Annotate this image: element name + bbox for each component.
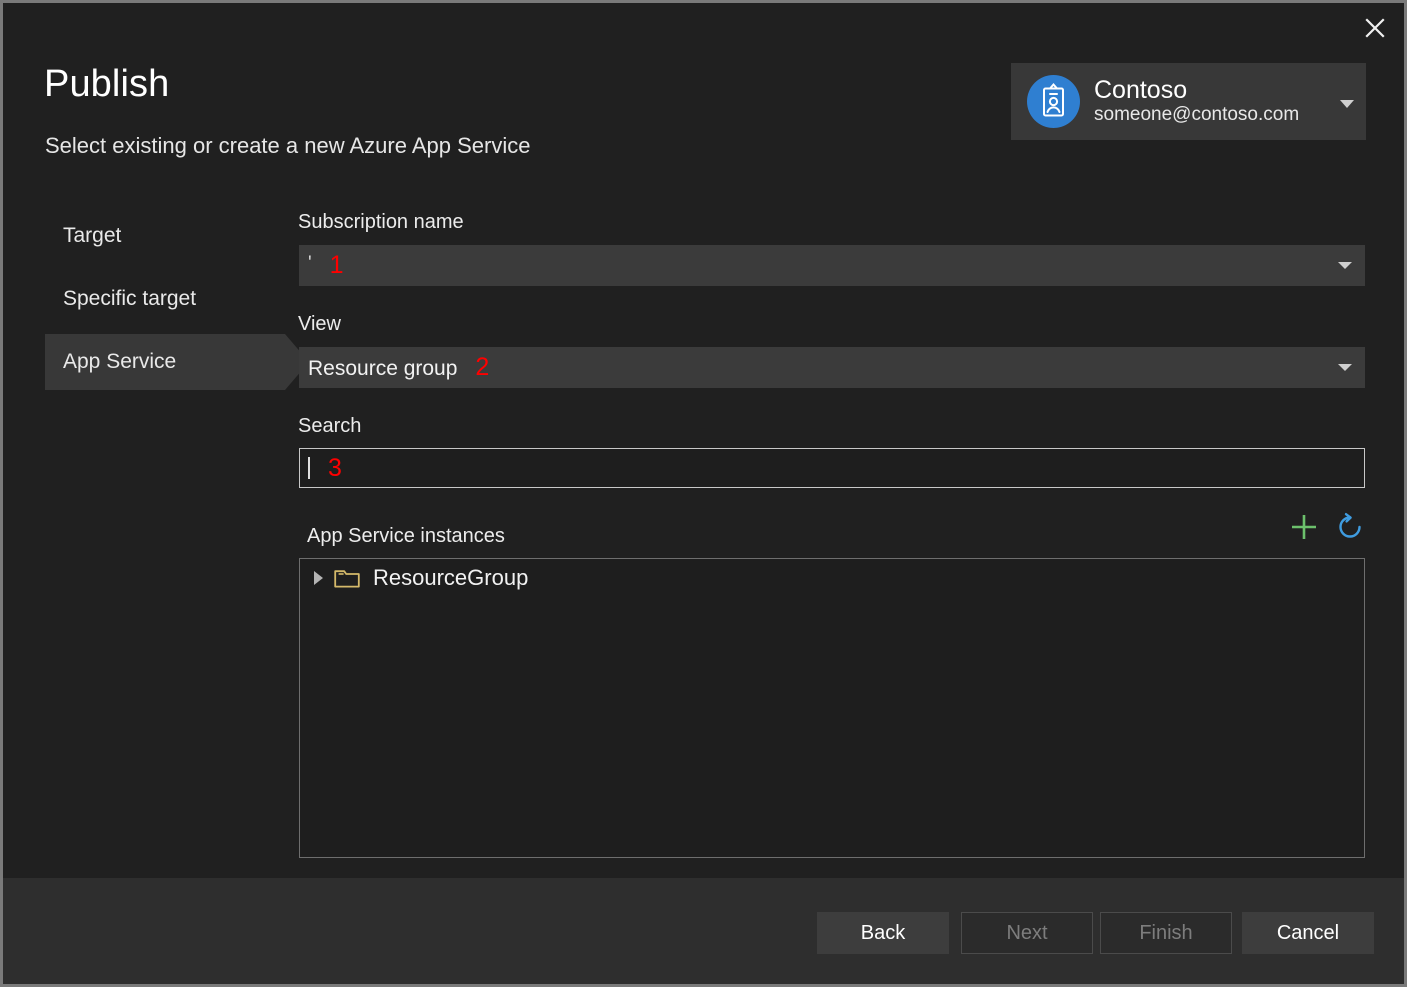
page-title: Publish <box>44 65 169 103</box>
chevron-right-icon[interactable] <box>314 571 323 585</box>
sidebar-spacer <box>45 327 285 334</box>
close-button[interactable] <box>1352 7 1398 49</box>
subscription-name-value: '1 <box>299 251 1338 280</box>
subscription-name-label: Subscription name <box>298 212 464 232</box>
search-label: Search <box>298 416 361 436</box>
view-value: Resource group 2 <box>299 353 1338 382</box>
id-badge-icon <box>1027 75 1080 128</box>
account-selector[interactable]: Contoso someone@contoso.com <box>1011 63 1366 140</box>
sidebar-item-label: Target <box>63 224 121 248</box>
app-service-instances-label: App Service instances <box>307 526 505 546</box>
back-button[interactable]: Back <box>817 912 949 954</box>
account-text: Contoso someone@contoso.com <box>1094 76 1340 128</box>
sidebar-spacer <box>45 264 285 271</box>
list-item[interactable]: ResourceGroup <box>300 559 1364 597</box>
account-email: someone@contoso.com <box>1094 104 1340 127</box>
title-bar <box>3 3 1404 65</box>
chevron-down-icon <box>1340 96 1354 114</box>
sidebar-item-label: App Service <box>63 350 176 374</box>
dropdown-caret-icon <box>1338 262 1352 269</box>
close-icon <box>1364 17 1386 39</box>
sidebar-item-target[interactable]: Target <box>45 208 285 264</box>
plus-icon[interactable] <box>1289 512 1319 542</box>
annotation-2: 2 <box>475 353 489 381</box>
list-item-label: ResourceGroup <box>373 565 528 591</box>
annotation-1: 1 <box>330 251 344 279</box>
cancel-button[interactable]: Cancel <box>1242 912 1374 954</box>
dropdown-caret-icon <box>1338 364 1352 371</box>
annotation-3: 3 <box>328 454 342 483</box>
app-service-instances-list[interactable]: ResourceGroup <box>299 558 1365 858</box>
view-label: View <box>298 314 341 334</box>
view-dropdown[interactable]: Resource group 2 <box>299 347 1365 388</box>
text-cursor <box>308 457 310 479</box>
dialog-footer: Back Next Finish Cancel <box>3 878 1404 984</box>
finish-button: Finish <box>1100 912 1232 954</box>
sidebar-item-label: Specific target <box>63 287 196 311</box>
sidebar-item-app-service[interactable]: App Service <box>45 334 285 390</box>
next-button: Next <box>961 912 1093 954</box>
subscription-name-dropdown[interactable]: '1 <box>299 245 1365 286</box>
page-subtitle: Select existing or create a new Azure Ap… <box>45 133 530 159</box>
wizard-sidebar: Target Specific target App Service <box>45 208 285 390</box>
search-input[interactable]: 3 <box>299 448 1365 488</box>
view-value-text: Resource group <box>308 357 457 380</box>
refresh-icon[interactable] <box>1334 511 1366 543</box>
publish-dialog: Publish Select existing or create a new … <box>0 0 1407 987</box>
subscription-value-text: ' <box>308 254 312 273</box>
sidebar-item-specific-target[interactable]: Specific target <box>45 271 285 327</box>
folder-icon <box>334 567 360 589</box>
account-name: Contoso <box>1094 76 1340 105</box>
